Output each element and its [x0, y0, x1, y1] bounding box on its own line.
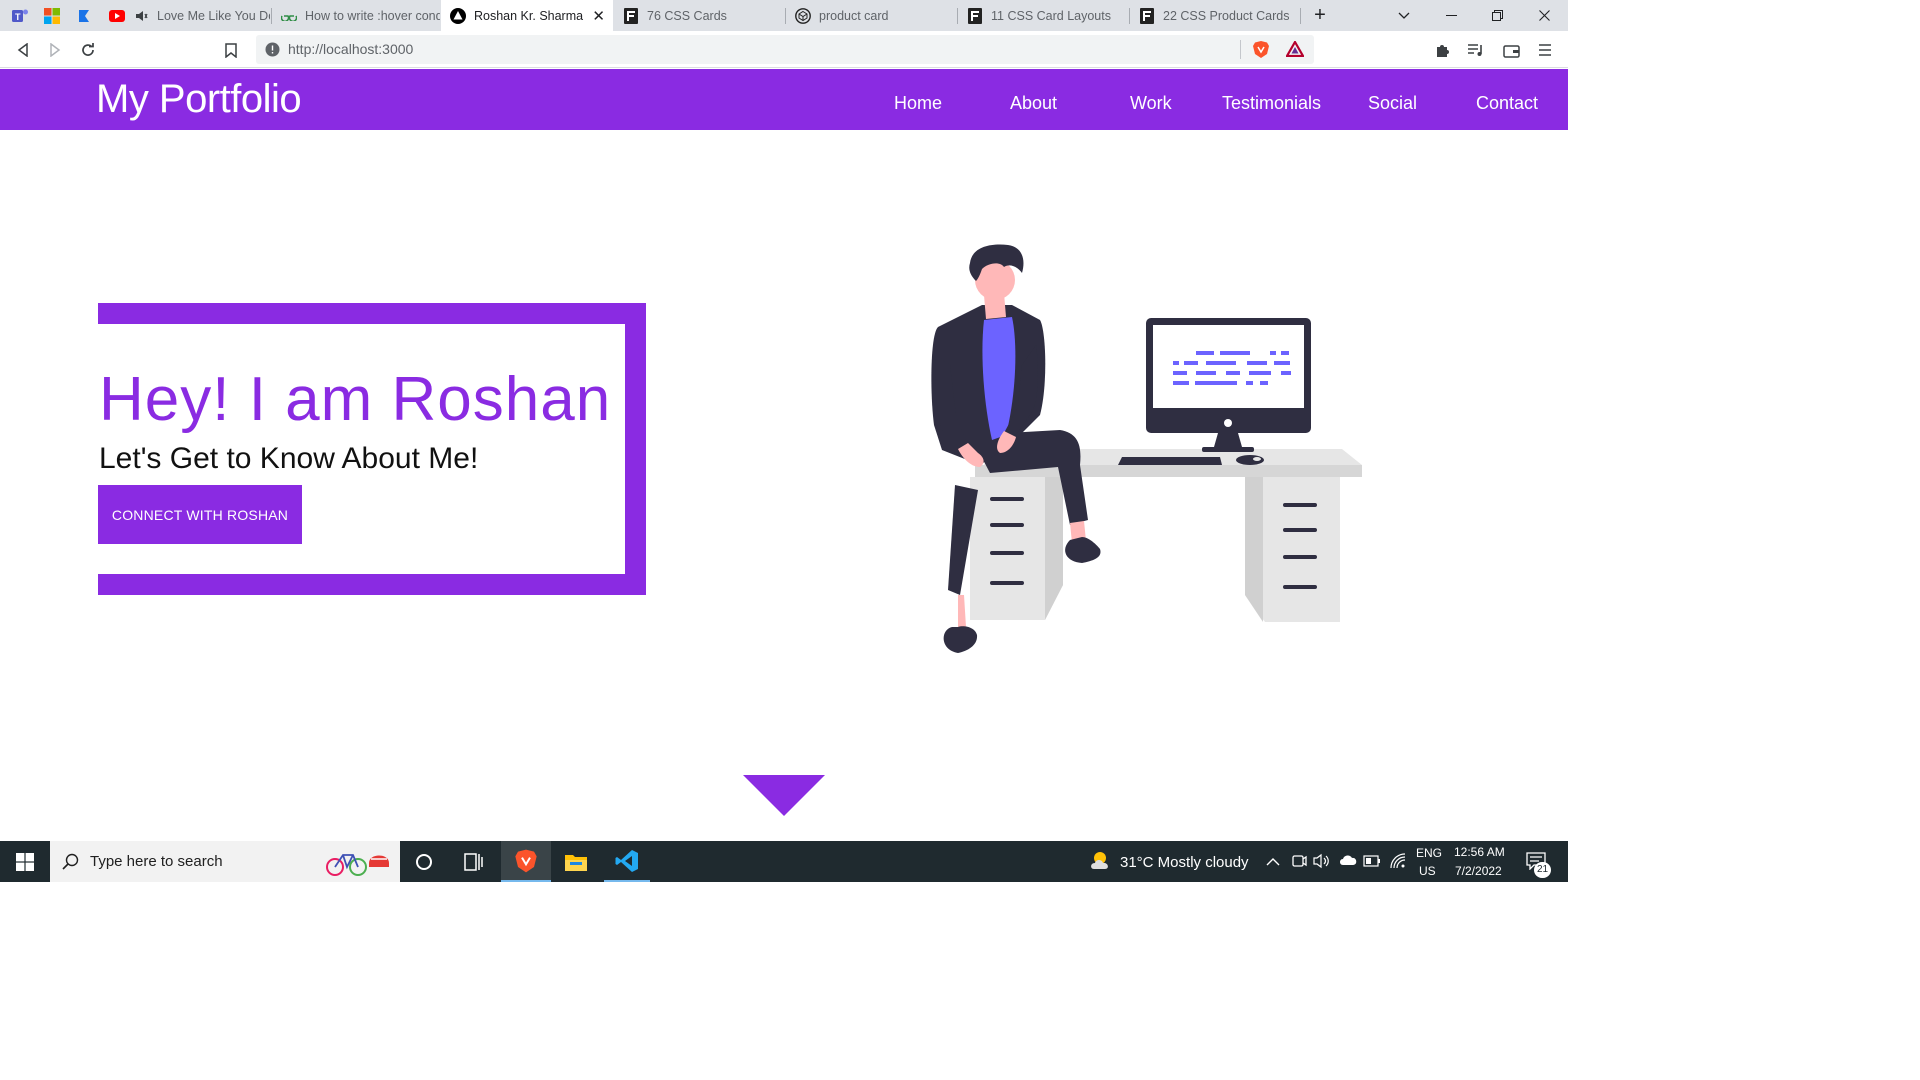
nav-link-home[interactable]: Home: [894, 93, 942, 114]
keyboard: [1118, 457, 1222, 465]
nav-link-about[interactable]: About: [1010, 93, 1057, 114]
developer-at-desk-illustration: [931, 244, 1362, 653]
codepen-icon: [795, 7, 811, 24]
microsoft-icon[interactable]: [40, 4, 64, 28]
hero-title: Hey! I am Roshan: [99, 365, 612, 434]
brave-rewards-icon[interactable]: [1285, 39, 1305, 62]
bookmark-icon[interactable]: [218, 37, 244, 63]
cortana-icon[interactable]: [404, 841, 444, 882]
monitor-stand: [1214, 433, 1242, 447]
weather-partly-cloudy-icon[interactable]: [1088, 849, 1114, 878]
tab-title: 76 CSS Cards: [647, 8, 727, 23]
svg-text:T: T: [15, 12, 21, 22]
scroll-down-arrow[interactable]: [743, 775, 825, 816]
tab-search-chevron-icon[interactable]: [1381, 0, 1427, 31]
geeksforgeeks-icon: [281, 8, 297, 24]
task-view-icon[interactable]: [452, 841, 496, 882]
tab-roshan-kr-sharma[interactable]: Roshan Kr. Sharma ✕: [441, 0, 613, 31]
nav-link-social[interactable]: Social: [1368, 93, 1417, 114]
windows-start-icon[interactable]: [0, 841, 50, 882]
desk-drawers-left-side: [1045, 477, 1063, 620]
tab-11-css-card-layouts[interactable]: 11 CSS Card Layouts: [958, 0, 1128, 31]
new-tab-icon[interactable]: +: [1297, 0, 1343, 31]
onedrive-cloud-icon[interactable]: [1338, 853, 1358, 872]
freefrontend-icon: [967, 7, 983, 24]
minimize-icon[interactable]: [1428, 0, 1474, 31]
nav-link-testimonials[interactable]: Testimonials: [1222, 93, 1321, 114]
tab-product-card[interactable]: product card: [786, 0, 956, 31]
volume-icon[interactable]: [1313, 853, 1331, 874]
input-region[interactable]: US: [1419, 864, 1436, 878]
react-app-icon: [450, 7, 466, 24]
brave-icon: [515, 849, 537, 872]
menu-icon[interactable]: [1532, 37, 1558, 63]
freefrontend-icon: [1139, 7, 1155, 24]
restore-icon[interactable]: [1474, 0, 1520, 31]
wallet-icon[interactable]: [1498, 37, 1524, 63]
browser-toolbar: http://localhost:3000: [0, 31, 1568, 68]
omnibox-divider: [1240, 40, 1241, 59]
monitor-screen: [1153, 325, 1304, 408]
meet-now-icon[interactable]: [1291, 853, 1307, 874]
playlist-icon[interactable]: [1463, 37, 1489, 63]
tab-title: How to write :hover condition: [305, 8, 440, 23]
battery-icon[interactable]: [1363, 854, 1381, 873]
nav-link-work[interactable]: Work: [1130, 93, 1172, 114]
taskbar-search-box[interactable]: Type here to search: [50, 841, 400, 882]
tab-love-me-like-you-do[interactable]: Love Me Like You Do: [100, 0, 270, 31]
brave-shields-icon[interactable]: [1252, 40, 1270, 64]
tab-hover-condition[interactable]: How to write :hover condition: [272, 0, 440, 31]
search-icon: [62, 853, 79, 875]
url-text: http://localhost:3000: [288, 41, 414, 57]
browser-tab-strip: T Love Me Like You Do How to write :hove…: [0, 0, 1568, 31]
site-brand[interactable]: My Portfolio: [96, 77, 302, 122]
wifi-icon[interactable]: [1389, 852, 1407, 875]
show-hidden-icons-chevron-icon[interactable]: [1266, 854, 1280, 872]
close-tab-icon[interactable]: ✕: [592, 7, 605, 25]
tab-title: 22 CSS Product Cards: [1163, 8, 1290, 23]
weather-text[interactable]: 31°C Mostly cloudy: [1120, 854, 1249, 871]
windows-taskbar: Type here to search 31°C Mostly cloudy E…: [0, 841, 1568, 882]
tab-title: product card: [819, 8, 889, 23]
hero-subtitle: Let's Get to Know About Me!: [99, 442, 479, 475]
tab-22-css-product-cards[interactable]: 22 CSS Product Cards: [1130, 0, 1300, 31]
tab-title: Love Me Like You Do: [157, 8, 270, 23]
tab-title: 11 CSS Card Layouts: [991, 8, 1111, 23]
nav-link-contact[interactable]: Contact: [1476, 93, 1538, 114]
reload-icon[interactable]: [75, 37, 101, 63]
back-icon[interactable]: [10, 37, 36, 63]
forward-icon[interactable]: [42, 37, 68, 63]
tab-76-css-cards[interactable]: 76 CSS Cards: [614, 0, 784, 31]
search-placeholder: Type here to search: [90, 853, 223, 870]
input-language[interactable]: ENG: [1416, 846, 1442, 860]
site-navbar: My Portfolio Home About Work Testimonial…: [0, 69, 1568, 130]
extensions-icon[interactable]: [1430, 37, 1456, 63]
site-info-icon[interactable]: [265, 42, 280, 62]
close-window-icon[interactable]: [1521, 0, 1567, 31]
vscode-icon[interactable]: [604, 841, 650, 882]
freefrontend-icon: [623, 7, 639, 24]
search-highlight-bicycle-icon[interactable]: [325, 847, 393, 882]
bookmark-app-icon[interactable]: [72, 4, 96, 28]
youtube-icon: [109, 8, 125, 24]
connect-button[interactable]: CONNECT WITH ROSHAN: [98, 485, 302, 544]
teams-icon[interactable]: T: [8, 4, 32, 28]
taskbar-brave-browser[interactable]: [501, 841, 551, 882]
notifications-count-badge: 21: [1534, 862, 1551, 878]
clock-time[interactable]: 12:56 AM: [1454, 845, 1505, 859]
desk-drawers-right-side: [1245, 477, 1263, 622]
monitor-base: [1202, 447, 1254, 452]
tab-title: Roshan Kr. Sharma: [474, 8, 584, 23]
speaker-muted-icon[interactable]: [133, 8, 149, 24]
file-explorer-icon[interactable]: [553, 841, 599, 882]
clock-date[interactable]: 7/2/2022: [1455, 864, 1502, 878]
address-bar[interactable]: http://localhost:3000: [256, 35, 1314, 64]
monitor-power-dot: [1224, 419, 1232, 427]
